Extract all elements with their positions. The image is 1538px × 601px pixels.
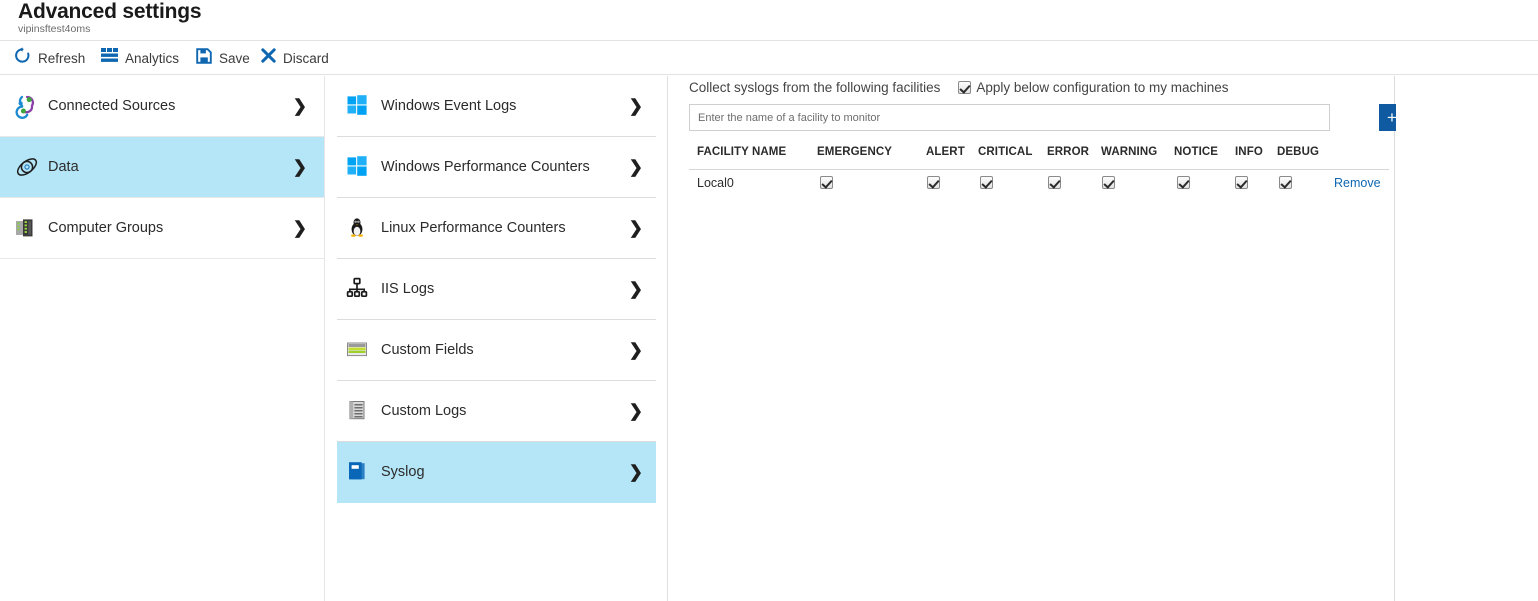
- custom-fields-icon: [346, 338, 370, 362]
- column-header-warning: WARNING: [1101, 146, 1157, 158]
- syslog-detail-pane: Collect syslogs from the following facil…: [669, 76, 1395, 601]
- datatype-item-iis-logs[interactable]: IIS Logs ❯: [337, 259, 656, 320]
- page-title: Advanced settings: [18, 0, 201, 24]
- chevron-right-icon: ❯: [629, 403, 643, 420]
- column-header-notice: NOTICE: [1174, 146, 1218, 158]
- command-bar: Refresh Analytics Save: [0, 40, 1538, 75]
- column-header-alert: ALERT: [926, 146, 965, 158]
- discard-icon: [261, 48, 276, 68]
- analytics-button[interactable]: Analytics: [101, 41, 179, 75]
- column-header-info: INFO: [1235, 146, 1263, 158]
- alert-checkbox[interactable]: [927, 176, 940, 189]
- datatype-item-label: Windows Performance Counters: [381, 159, 590, 175]
- emergency-checkbox[interactable]: [820, 176, 833, 189]
- sitemap-icon: [346, 277, 370, 301]
- windows-logo-icon: [346, 94, 370, 118]
- facility-table: FACILITY NAME EMERGENCY ALERT CRITICAL E…: [689, 146, 1389, 198]
- sidebar-item-connected-sources[interactable]: Connected Sources ❯: [0, 76, 324, 137]
- column-header-emergency: EMERGENCY: [817, 146, 892, 158]
- refresh-label: Refresh: [38, 51, 85, 66]
- column-header-debug: DEBUG: [1277, 146, 1319, 158]
- settings-sidebar: Connected Sources ❯ Data ❯: [0, 76, 325, 601]
- chevron-right-icon: ❯: [629, 220, 643, 237]
- connected-sources-icon: [14, 93, 40, 119]
- discard-button[interactable]: Discard: [261, 41, 329, 75]
- datatype-item-custom-fields[interactable]: Custom Fields ❯: [337, 320, 656, 381]
- apply-config-row[interactable]: Apply below configuration to my machines: [958, 80, 1228, 95]
- save-label: Save: [219, 51, 250, 66]
- apply-config-checkbox[interactable]: [958, 81, 971, 94]
- chevron-right-icon: ❯: [293, 220, 307, 237]
- datatype-item-windows-performance-counters[interactable]: Windows Performance Counters ❯: [337, 137, 656, 198]
- computer-groups-icon: [14, 215, 40, 241]
- sidebar-item-data[interactable]: Data ❯: [0, 137, 324, 198]
- sidebar-item-computer-groups[interactable]: Computer Groups ❯: [0, 198, 324, 259]
- table-row: Local0 Remove: [689, 170, 1389, 198]
- save-icon: [196, 48, 212, 69]
- chevron-right-icon: ❯: [293, 159, 307, 176]
- facility-add-row: +: [689, 104, 1389, 131]
- analytics-label: Analytics: [125, 51, 179, 66]
- column-header-error: ERROR: [1047, 146, 1089, 158]
- datatype-item-syslog[interactable]: Syslog ❯: [337, 442, 656, 503]
- pane-header: Collect syslogs from the following facil…: [689, 80, 1229, 95]
- datatype-item-label: IIS Logs: [381, 281, 434, 297]
- datatype-item-windows-event-logs[interactable]: Windows Event Logs ❯: [337, 76, 656, 137]
- debug-checkbox[interactable]: [1279, 176, 1292, 189]
- apply-config-label: Apply below configuration to my machines: [976, 80, 1228, 95]
- chevron-right-icon: ❯: [629, 281, 643, 298]
- sidebar-item-label: Computer Groups: [48, 220, 163, 236]
- title-bar: Advanced settings vipinsftest4oms: [0, 0, 1538, 40]
- facility-table-header: FACILITY NAME EMERGENCY ALERT CRITICAL E…: [689, 146, 1389, 170]
- facility-name-input[interactable]: [689, 104, 1330, 131]
- data-type-list: Windows Event Logs ❯ Windows Performance…: [326, 76, 668, 601]
- syslog-book-icon: [346, 460, 370, 484]
- linux-penguin-icon: [346, 216, 370, 240]
- datatype-item-label: Windows Event Logs: [381, 98, 516, 114]
- error-checkbox[interactable]: [1048, 176, 1061, 189]
- remove-facility-link[interactable]: Remove: [1334, 176, 1381, 190]
- sidebar-item-label: Data: [48, 159, 79, 175]
- datatype-item-custom-logs[interactable]: Custom Logs ❯: [337, 381, 656, 442]
- column-header-facility-name: FACILITY NAME: [697, 146, 786, 158]
- info-checkbox[interactable]: [1235, 176, 1248, 189]
- chevron-right-icon: ❯: [629, 159, 643, 176]
- chevron-right-icon: ❯: [629, 464, 643, 481]
- refresh-button[interactable]: Refresh: [14, 41, 85, 75]
- chevron-right-icon: ❯: [629, 342, 643, 359]
- warning-checkbox[interactable]: [1102, 176, 1115, 189]
- workspace-subtitle: vipinsftest4oms: [18, 23, 90, 35]
- right-empty-pane: [1396, 76, 1538, 601]
- custom-logs-icon: [346, 399, 370, 423]
- datatype-item-label: Custom Fields: [381, 342, 474, 358]
- datatype-item-label: Custom Logs: [381, 403, 466, 419]
- notice-checkbox[interactable]: [1177, 176, 1190, 189]
- chevron-right-icon: ❯: [629, 98, 643, 115]
- datatype-item-label: Syslog: [381, 464, 425, 480]
- save-button[interactable]: Save: [196, 41, 250, 75]
- facility-name-cell: Local0: [697, 176, 734, 190]
- analytics-icon: [101, 48, 118, 68]
- collect-syslogs-label: Collect syslogs from the following facil…: [689, 80, 940, 95]
- chevron-right-icon: ❯: [293, 98, 307, 115]
- sidebar-item-label: Connected Sources: [48, 98, 175, 114]
- discard-label: Discard: [283, 51, 329, 66]
- datatype-item-label: Linux Performance Counters: [381, 220, 566, 236]
- critical-checkbox[interactable]: [980, 176, 993, 189]
- refresh-icon: [14, 47, 31, 69]
- windows-logo-icon: [346, 155, 370, 179]
- column-header-critical: CRITICAL: [978, 146, 1032, 158]
- datatype-item-linux-performance-counters[interactable]: Linux Performance Counters ❯: [337, 198, 656, 259]
- data-orbit-icon: [14, 154, 40, 180]
